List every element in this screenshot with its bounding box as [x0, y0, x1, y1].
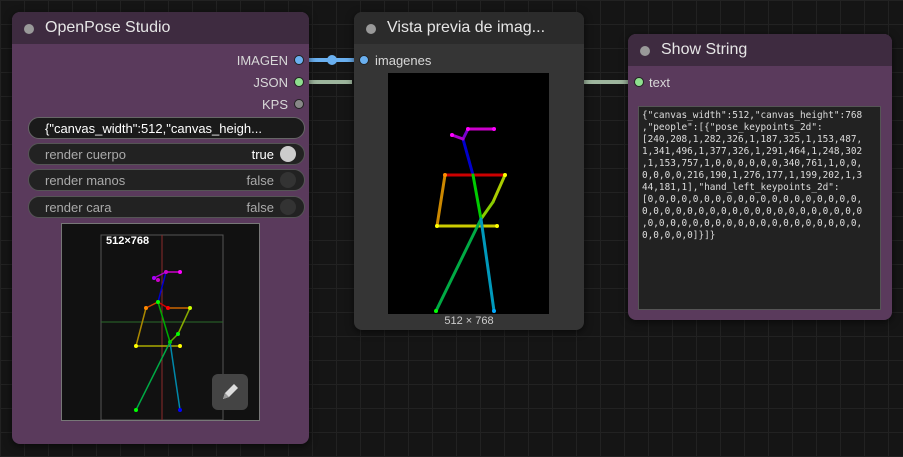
link-imagen-midpoint[interactable]: [327, 55, 337, 65]
node-title: OpenPose Studio: [45, 19, 171, 36]
input-port-text[interactable]: [634, 77, 644, 87]
keypoint[interactable]: [178, 408, 182, 412]
keypoint: [492, 309, 496, 313]
collapse-dot-icon[interactable]: [640, 46, 650, 56]
toggle-render-cuerpo[interactable]: render cuerpo true: [28, 143, 305, 165]
preview-image: [388, 73, 549, 314]
show-string-title-bar[interactable]: Show String: [628, 34, 892, 66]
bone: [145, 301, 159, 309]
keypoint[interactable]: [134, 408, 138, 412]
keypoint[interactable]: [168, 340, 172, 344]
editor-skeleton[interactable]: [135, 271, 191, 411]
toggle-knob-icon: [280, 172, 296, 188]
openpose-studio-node[interactable]: OpenPose Studio IMAGEN JSON KPS {"canvas…: [12, 12, 309, 444]
bone: [177, 307, 191, 335]
bone: [491, 173, 507, 204]
keypoint[interactable]: [164, 270, 168, 274]
string-output-textarea[interactable]: {"canvas_width":512,"canvas_height":768 …: [638, 106, 881, 310]
bone: [461, 137, 475, 177]
keypoint: [435, 224, 439, 228]
keypoint: [434, 309, 438, 313]
pose-editor-canvas[interactable]: 512×768: [61, 223, 260, 421]
keypoint[interactable]: [156, 300, 160, 304]
toggle-label: render cara: [45, 200, 112, 215]
keypoint[interactable]: [166, 306, 170, 310]
canvas-size-label: 512×768: [106, 235, 150, 247]
keypoint: [492, 127, 496, 131]
input-label-text: text: [649, 75, 670, 90]
image-size-caption: 512 × 768: [444, 315, 494, 327]
toggle-knob-icon: [280, 199, 296, 215]
json-text-widget[interactable]: {"canvas_width":512,"canvas_heigh...: [28, 117, 305, 139]
keypoint[interactable]: [178, 270, 182, 274]
bone: [479, 200, 495, 221]
string-output-text: {"canvas_width":512,"canvas_height":768 …: [642, 110, 863, 241]
keypoint[interactable]: [176, 332, 180, 336]
output-port-kps[interactable]: [294, 99, 304, 109]
collapse-dot-icon[interactable]: [366, 24, 376, 34]
keypoint[interactable]: [156, 278, 160, 282]
output-label-imagen: IMAGEN: [236, 53, 288, 68]
bone: [169, 341, 181, 411]
keypoint: [503, 173, 507, 177]
input-port-imagenes[interactable]: [359, 55, 369, 65]
preview-node-title-bar[interactable]: Vista previa de imag...: [354, 12, 584, 44]
keypoint[interactable]: [144, 306, 148, 310]
show-string-node[interactable]: Show String text {"canvas_width":512,"ca…: [628, 34, 892, 320]
toggle-value: false: [246, 200, 274, 215]
bone: [471, 173, 483, 221]
node-title: Vista previa de imag...: [387, 19, 546, 36]
keypoint: [466, 127, 470, 131]
toggle-value: false: [246, 173, 274, 188]
preview-image-node[interactable]: Vista previa de imag... imagenes 512 × 7…: [354, 12, 584, 330]
bone: [435, 173, 447, 228]
keypoint: [450, 133, 454, 137]
input-label-imagenes: imagenes: [375, 53, 432, 68]
toggle-knob-icon: [280, 146, 296, 162]
keypoint[interactable]: [188, 306, 192, 310]
preview-pose-svg: [434, 127, 507, 313]
bone: [434, 217, 483, 313]
output-port-imagen[interactable]: [294, 55, 304, 65]
toggle-render-manos[interactable]: render manos false: [28, 169, 305, 191]
output-label-kps: KPS: [261, 97, 288, 112]
toggle-label: render manos: [45, 173, 126, 188]
output-label-json: JSON: [253, 75, 288, 90]
keypoint[interactable]: [152, 276, 156, 280]
bone: [135, 307, 147, 347]
node-title: Show String: [661, 41, 748, 58]
keypoint: [443, 173, 447, 177]
keypoint[interactable]: [134, 344, 138, 348]
pencil-icon: [223, 384, 238, 399]
output-port-json[interactable]: [294, 77, 304, 87]
bone: [479, 217, 496, 313]
openpose-node-title-bar[interactable]: OpenPose Studio: [12, 12, 309, 44]
keypoint: [495, 224, 499, 228]
collapse-dot-icon[interactable]: [24, 24, 34, 34]
toggle-render-cara[interactable]: render cara false: [28, 196, 305, 218]
editor-keypoints[interactable]: [134, 270, 192, 412]
edit-pose-button[interactable]: [212, 374, 248, 410]
toggle-label: render cuerpo: [45, 147, 126, 162]
bone: [135, 341, 171, 411]
json-text-value: {"canvas_width":512,"canvas_heigh...: [45, 121, 262, 136]
toggle-value: true: [251, 147, 274, 162]
keypoint[interactable]: [178, 344, 182, 348]
